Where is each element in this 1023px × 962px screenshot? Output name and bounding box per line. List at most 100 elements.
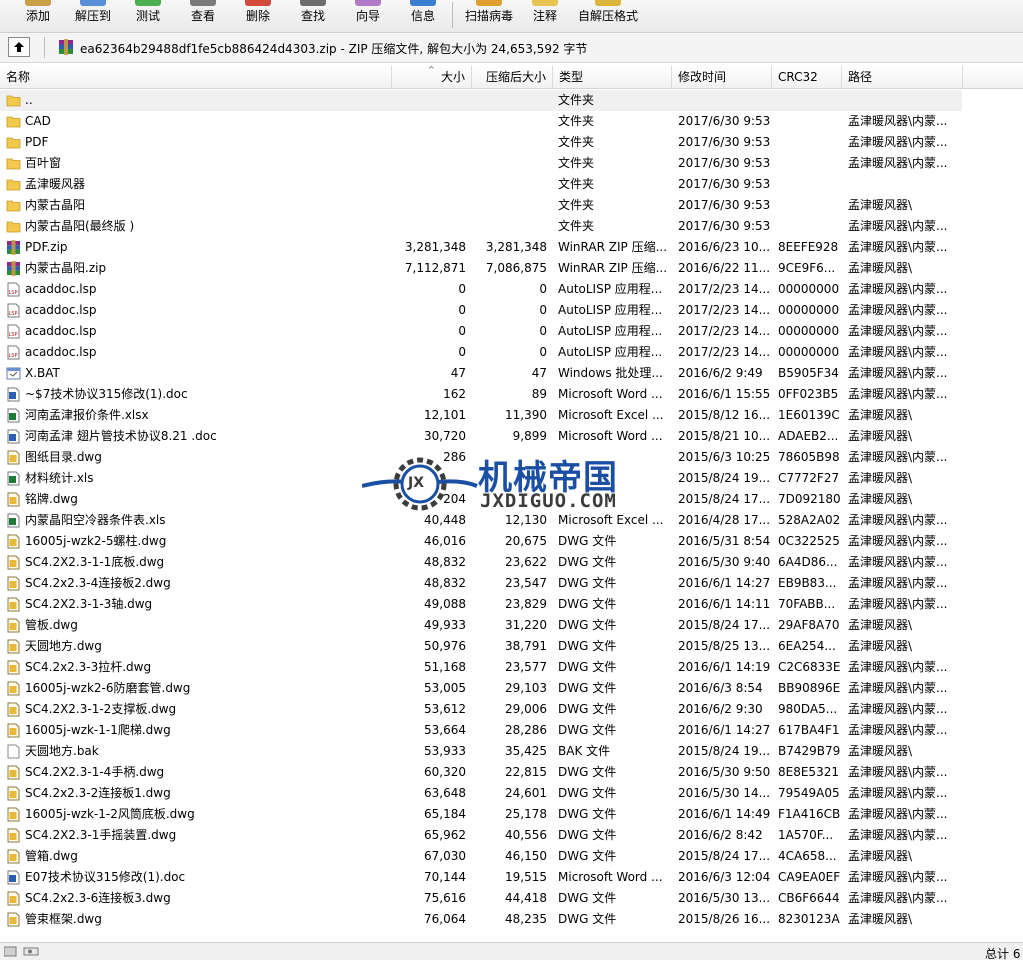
- toolbar-button-find[interactable]: 查找: [293, 0, 333, 32]
- file-name: 管箱.dwg: [25, 849, 78, 863]
- file-row[interactable]: 管箱.dwg 67,030 46,150 DWG 文件 2015/8/24 17... 4…: [0, 846, 962, 867]
- file-name: E07技术协议315修改(1).doc: [25, 870, 186, 884]
- column-packed-size[interactable]: 压缩后大小: [472, 66, 553, 88]
- toolbar-button-sfx[interactable]: 自解压格式: [575, 0, 641, 32]
- file-row[interactable]: 管束框架.dwg 76,064 48,235 DWG 文件 2015/8/26 16..…: [0, 909, 962, 930]
- file-modified: 2016/5/30 13...: [678, 891, 771, 905]
- file-row[interactable]: 天圆地方.bak 53,933 35,425 BAK 文件 2015/8/24 19..…: [0, 741, 962, 762]
- file-path: 孟津暖风器\: [848, 471, 913, 485]
- file-row[interactable]: 内蒙古晶阳.zip 7,112,871 7,086,875 WinRAR ZIP 压缩…: [0, 258, 962, 279]
- file-type: DWG 文件: [558, 660, 617, 674]
- file-row[interactable]: PDF.zip 3,281,348 3,281,348 WinRAR ZIP 压缩..…: [0, 237, 962, 258]
- file-row[interactable]: SC4.2X2.3-1-3轴.dwg 49,088 23,829 DWG 文件 2016…: [0, 594, 962, 615]
- toolbar-button-virus-scan[interactable]: 扫描病毒: [460, 0, 518, 32]
- file-packed-size: [472, 153, 547, 174]
- parent-folder-row[interactable]: .. 文件夹: [0, 90, 962, 111]
- file-row[interactable]: SC4.2X2.3-1-2支撑板.dwg 53,612 29,006 DWG 文件 20…: [0, 699, 962, 720]
- column-path[interactable]: 路径: [842, 66, 963, 88]
- find-icon: [300, 0, 326, 6]
- file-row[interactable]: CAD 文件夹 2017/6/30 9:53 孟津暖风器\内蒙...: [0, 111, 962, 132]
- file-row[interactable]: 孟津暖风器 文件夹 2017/6/30 9:53: [0, 174, 962, 195]
- file-type: 文件夹: [558, 219, 595, 233]
- svg-text:LSP: LSP: [9, 290, 18, 296]
- toolbar-button-delete[interactable]: 删除: [238, 0, 278, 32]
- file-packed-size: [472, 174, 547, 195]
- file-row[interactable]: X.BAT 47 47 Windows 批处理... 2016/6/2 9:49 B590…: [0, 363, 962, 384]
- file-type: 文件夹: [558, 114, 595, 128]
- toolbar-button-info[interactable]: 信息: [403, 0, 443, 32]
- file-row[interactable]: SC4.2x2.3-3拉杆.dwg 51,168 23,577 DWG 文件 2016/…: [0, 657, 962, 678]
- file-row[interactable]: 16005j-wzk-1-1爬梯.dwg 53,664 28,286 DWG 文件 20…: [0, 720, 962, 741]
- file-size: 75,616: [424, 891, 466, 905]
- file-type: DWG 文件: [558, 849, 617, 863]
- excel-file-icon: [6, 513, 21, 528]
- file-row[interactable]: 内蒙古晶阳(最终版 ) 文件夹 2017/6/30 9:53 孟津暖风器\内蒙...: [0, 216, 962, 237]
- file-row[interactable]: LSP acaddoc.lsp 0 0 AutoLISP 应用程... 2017/2/23…: [0, 342, 962, 363]
- folder-icon: [6, 114, 21, 129]
- file-row[interactable]: 百叶窗 文件夹 2017/6/30 9:53 孟津暖风器\内蒙...: [0, 153, 962, 174]
- file-size: 53,664: [424, 723, 466, 737]
- file-row[interactable]: SC4.2x2.3-4连接板2.dwg 48,832 23,547 DWG 文件 201…: [0, 573, 962, 594]
- column-type[interactable]: 类型: [553, 66, 672, 88]
- file-path: 孟津暖风器\内蒙...: [848, 555, 948, 569]
- archive-path-text[interactable]: ea62364b29488df1fe5cb886424d4303.zip - Z…: [80, 40, 587, 57]
- word-file-icon: [6, 429, 21, 444]
- file-name: 图纸目录.dwg: [25, 450, 102, 464]
- file-crc32: 6EA254...: [778, 639, 836, 653]
- file-packed-size: 46,150: [505, 849, 547, 863]
- status-total: 总计 6: [985, 947, 1021, 961]
- file-size: 65,184: [424, 807, 466, 821]
- column-name[interactable]: 名称: [0, 66, 392, 88]
- file-row[interactable]: SC4.2x2.3-2连接板1.dwg 63,648 24,601 DWG 文件 201…: [0, 783, 962, 804]
- file-row[interactable]: E07技术协议315修改(1).doc 70,144 19,515 Microsoft…: [0, 867, 962, 888]
- file-row[interactable]: SC4.2x2.3-6连接板3.dwg 75,616 44,418 DWG 文件 201…: [0, 888, 962, 909]
- up-folder-button[interactable]: [8, 37, 30, 57]
- file-row[interactable]: 16005j-wzk-1-2风筒底板.dwg 65,184 25,178 DWG 文件…: [0, 804, 962, 825]
- toolbar-button-comment[interactable]: 注释: [527, 0, 563, 32]
- file-row[interactable]: SC4.2X2.3-1-1底板.dwg 48,832 23,622 DWG 文件 201…: [0, 552, 962, 573]
- file-crc32: 00000000: [778, 345, 840, 359]
- file-crc32: 4CA658...: [778, 849, 837, 863]
- file-path: 孟津暖风器\内蒙...: [848, 366, 948, 380]
- file-row[interactable]: 河南孟津 翅片管技术协议8.21 .doc 30,720 9,899 Microsof…: [0, 426, 962, 447]
- file-row[interactable]: SC4.2X2.3-1手摇装置.dwg 65,962 40,556 DWG 文件 201…: [0, 825, 962, 846]
- file-type: DWG 文件: [558, 723, 617, 737]
- file-row[interactable]: ~$7技术协议315修改(1).doc 162 89 Microsoft Word .…: [0, 384, 962, 405]
- toolbar-button-wizard[interactable]: 向导: [348, 0, 388, 32]
- file-path: 孟津暖风器\: [848, 618, 913, 632]
- file-row[interactable]: 天圆地方.dwg 50,976 38,791 DWG 文件 2015/8/25 13..…: [0, 636, 962, 657]
- toolbar-button-view[interactable]: 查看: [183, 0, 223, 32]
- toolbar-button-add[interactable]: 添加: [18, 0, 58, 32]
- toolbar-button-test[interactable]: 测试: [128, 0, 168, 32]
- file-packed-size: 24,601: [505, 786, 547, 800]
- add-icon: [25, 0, 51, 6]
- file-row[interactable]: LSP acaddoc.lsp 0 0 AutoLISP 应用程... 2017/2/23…: [0, 300, 962, 321]
- file-crc32: [778, 111, 842, 132]
- column-modified[interactable]: 修改时间: [672, 66, 772, 88]
- column-crc32[interactable]: CRC32: [772, 66, 842, 88]
- file-crc32: 00000000: [778, 303, 840, 317]
- word-file-icon: [6, 870, 21, 885]
- file-modified: 2016/4/28 17...: [678, 513, 771, 527]
- file-row[interactable]: 16005j-wzk2-5螺柱.dwg 46,016 20,675 DWG 文件 201…: [0, 531, 962, 552]
- file-row[interactable]: 16005j-wzk2-6防磨套管.dwg 53,005 29,103 DWG 文件 2…: [0, 678, 962, 699]
- file-type: AutoLISP 应用程...: [558, 324, 663, 338]
- file-packed-size: 19,515: [505, 870, 547, 884]
- file-row[interactable]: 内蒙古晶阳 文件夹 2017/6/30 9:53 孟津暖风器\: [0, 195, 962, 216]
- file-size: [392, 216, 466, 237]
- file-name: SC4.2X2.3-1手摇装置.dwg: [25, 828, 177, 842]
- file-row[interactable]: SC4.2X2.3-1-4手柄.dwg 60,320 22,815 DWG 文件 201…: [0, 762, 962, 783]
- toolbar-button-extract[interactable]: 解压到: [70, 0, 116, 32]
- file-packed-size: 0: [539, 345, 547, 359]
- file-row[interactable]: LSP acaddoc.lsp 0 0 AutoLISP 应用程... 2017/2/23…: [0, 279, 962, 300]
- file-row[interactable]: LSP acaddoc.lsp 0 0 AutoLISP 应用程... 2017/2/23…: [0, 321, 962, 342]
- comment-icon: [532, 0, 558, 6]
- file-packed-size: 23,622: [505, 555, 547, 569]
- file-modified: 2016/6/2 9:49: [678, 366, 763, 380]
- file-row[interactable]: PDF 文件夹 2017/6/30 9:53 孟津暖风器\内蒙...: [0, 132, 962, 153]
- file-row[interactable]: 河南孟津报价条件.xlsx 12,101 11,390 Microsoft Excel…: [0, 405, 962, 426]
- file-packed-size: 31,220: [505, 618, 547, 632]
- file-type: DWG 文件: [558, 597, 617, 611]
- dwg-file-icon: [6, 639, 21, 654]
- file-row[interactable]: 管板.dwg 49,933 31,220 DWG 文件 2015/8/24 17... 2…: [0, 615, 962, 636]
